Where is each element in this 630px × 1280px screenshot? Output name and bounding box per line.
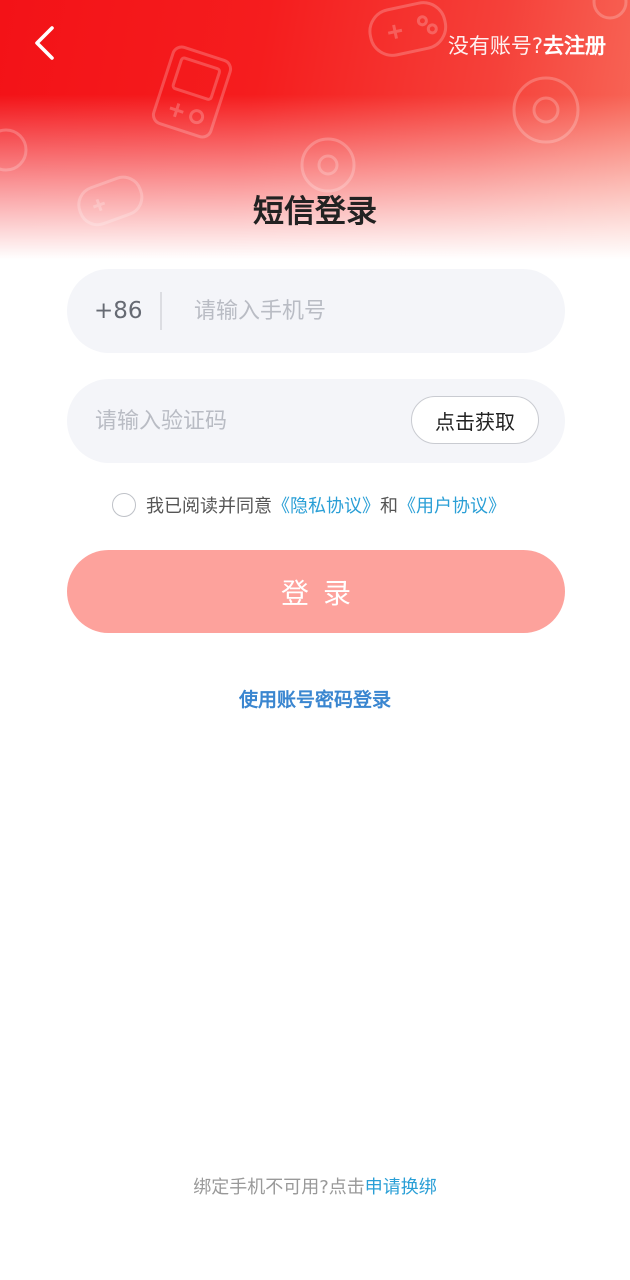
user-agreement-link[interactable]: 《用户协议》 — [398, 492, 506, 518]
agreement-row: 我已阅读并同意 《隐私协议》 和 《用户协议》 — [112, 492, 506, 518]
verification-code-input[interactable] — [95, 401, 395, 441]
register-prompt-text: 没有账号? — [447, 34, 543, 58]
login-button[interactable]: 登录 — [67, 550, 565, 633]
register-prompt: 没有账号?去注册 — [448, 30, 606, 60]
password-login-link[interactable]: 使用账号密码登录 — [0, 685, 630, 712]
register-link[interactable]: 去注册 — [543, 34, 606, 58]
page-title: 短信登录 — [253, 194, 377, 230]
rebind-note: 绑定手机不可用?点击申请换绑 — [0, 1173, 630, 1199]
privacy-policy-link[interactable]: 《隐私协议》 — [272, 492, 380, 518]
rebind-prompt: 绑定手机不可用?点击 — [193, 1177, 365, 1198]
agreement-text: 我已阅读并同意 — [146, 496, 272, 517]
gamepad-icon — [512, 76, 580, 144]
gamepad-icon — [300, 137, 356, 193]
gamepad-icon — [368, 1, 448, 57]
field-divider — [160, 292, 162, 330]
back-arrow-icon — [35, 26, 54, 60]
verification-code-field: 点击获取 — [67, 379, 565, 463]
get-code-button[interactable]: 点击获取 — [411, 396, 539, 444]
back-button[interactable] — [22, 20, 68, 66]
country-code[interactable]: +86 — [94, 298, 160, 324]
phone-input[interactable] — [194, 291, 514, 331]
agreement-checkbox[interactable] — [112, 493, 136, 517]
agreement-conjunction: 和 — [380, 496, 398, 517]
phone-field: +86 — [67, 269, 565, 353]
rebind-link[interactable]: 申请换绑 — [365, 1177, 437, 1198]
handheld-console-icon — [151, 45, 233, 139]
